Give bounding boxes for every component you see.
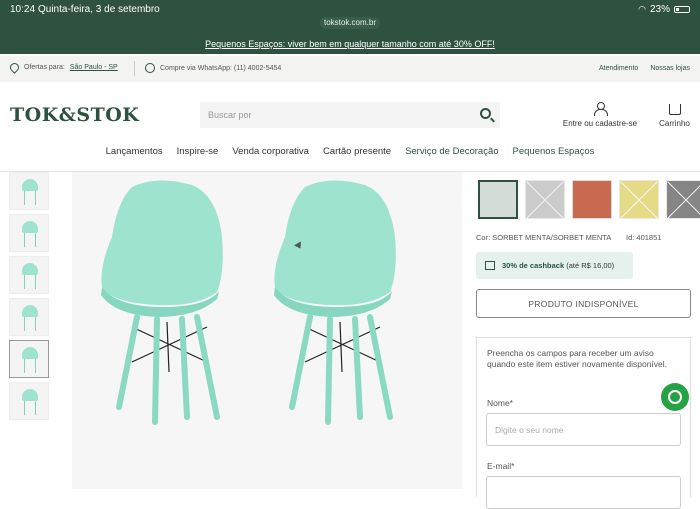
battery-indicator: ◠ 23% [638, 4, 690, 15]
chair-thumb-legs [24, 275, 36, 289]
wifi-icon: ◠ [638, 4, 646, 14]
swatch-terracota[interactable] [572, 180, 612, 219]
site-header: TOK&STOK Entre ou cadastre-se Carrinho L… [0, 82, 700, 172]
cashback-percent: 30% de cashback [502, 261, 565, 270]
thumbnail-active[interactable] [9, 340, 49, 378]
whatsapp-icon [668, 390, 682, 404]
product-main-image[interactable] [72, 172, 462, 489]
search-input[interactable] [200, 102, 470, 128]
name-field[interactable] [486, 413, 681, 446]
chair-pair-illustration [101, 180, 396, 425]
notify-description: Preencha os campos para receber um aviso… [487, 348, 668, 369]
search-box [200, 102, 500, 128]
name-label: Nome* [487, 398, 513, 408]
account-label: Entre ou cadastre-se [562, 119, 638, 128]
product-id: Id: 401851 [626, 233, 662, 242]
chair-left [101, 180, 223, 425]
battery-icon [674, 6, 690, 13]
thumbnail[interactable] [9, 382, 49, 420]
nav-item-servico-decoracao[interactable]: Serviço de Decoração [405, 146, 498, 157]
thumbnail-gallery [9, 172, 51, 424]
color-info: Cor: SORBET MENTA/SORBET MENTA Id: 40185… [476, 233, 691, 242]
unavailable-button[interactable]: PRODUTO INDISPONÍVEL [476, 289, 691, 318]
chair-right [274, 180, 396, 425]
top-utility-bar: Ofertas para: São Paulo - SP Compre via … [0, 56, 700, 82]
account-button[interactable]: Entre ou cadastre-se [560, 102, 640, 128]
whatsapp-contact[interactable]: Compre via WhatsApp: (11) 4002-5454 [145, 63, 281, 73]
chair-thumb-legs [24, 317, 36, 331]
chair-thumb-image [22, 179, 38, 191]
location-label: Ofertas para: [24, 64, 65, 71]
location-link[interactable]: São Paulo - SP [70, 64, 118, 71]
email-field[interactable] [486, 476, 681, 509]
chair-thumb-image [22, 305, 38, 317]
main-nav: Lançamentos Inspire-se Venda corporativa… [0, 146, 700, 157]
location-pin-icon [8, 61, 21, 74]
tokstok-logo[interactable]: TOK&STOK [10, 104, 139, 126]
nav-item-pequenos-espacos[interactable]: Pequenos Espaços [513, 146, 595, 157]
chair-thumb-legs [24, 233, 36, 247]
whatsapp-icon [145, 63, 155, 73]
swatch-preto[interactable] [666, 180, 700, 219]
swatch-menta[interactable] [478, 180, 518, 219]
cart-label: Carrinho [659, 119, 690, 128]
thumbnail[interactable] [9, 172, 49, 210]
cart-button[interactable]: Carrinho [652, 102, 697, 128]
shopping-bag-icon [668, 104, 681, 115]
atendimento-link[interactable]: Atendimento [599, 65, 638, 72]
chair-thumb-image [22, 221, 38, 233]
nav-item-lancamentos[interactable]: Lançamentos [106, 146, 163, 157]
cashback-limit: (até R$ 16,00) [566, 261, 615, 270]
color-label: Cor: SORBET MENTA/SORBET MENTA [476, 233, 612, 242]
whatsapp-text: Compre via WhatsApp: (11) 4002-5454 [160, 64, 282, 72]
location-selector[interactable]: Ofertas para: São Paulo - SP [8, 61, 118, 74]
thumbnail[interactable] [9, 256, 49, 294]
chair-thumb-legs [24, 191, 36, 205]
chair-thumb-image [22, 263, 38, 275]
nav-item-cartao-presente[interactable]: Cartão presente [323, 146, 391, 157]
color-swatches [478, 180, 700, 219]
swatch-cinza[interactable] [525, 180, 565, 219]
status-time: 10:24 [10, 4, 36, 15]
user-icon [594, 102, 608, 116]
thumbnail[interactable] [9, 214, 49, 252]
thumbnail[interactable] [9, 298, 49, 336]
divider [134, 61, 135, 76]
promo-banner[interactable]: Pequenos Espaços: viver bem em qualquer … [0, 32, 700, 54]
chair-thumb-image [22, 389, 38, 401]
gift-icon [485, 261, 495, 270]
nav-item-venda-corporativa[interactable]: Venda corporativa [232, 146, 309, 157]
nav-item-inspire-se[interactable]: Inspire-se [177, 146, 219, 157]
email-label: E-mail* [487, 461, 515, 471]
notify-form: Preencha os campos para receber um aviso… [476, 337, 691, 509]
chair-thumb-legs [24, 401, 36, 415]
swatch-amarelo[interactable] [619, 180, 659, 219]
whatsapp-float-button[interactable] [661, 383, 689, 411]
search-icon[interactable] [480, 108, 491, 119]
chair-thumb-legs [24, 359, 36, 373]
chair-thumb-image [22, 347, 38, 359]
status-date: Quinta-feira, 3 de setembro [38, 4, 160, 15]
battery-percent: 23% [649, 4, 670, 15]
cashback-badge: 30% de cashback (até R$ 16,00) [476, 252, 633, 279]
address-bar[interactable]: tokstok.com.br [320, 17, 380, 29]
nossas-lojas-link[interactable]: Nossas lojas [650, 65, 690, 72]
